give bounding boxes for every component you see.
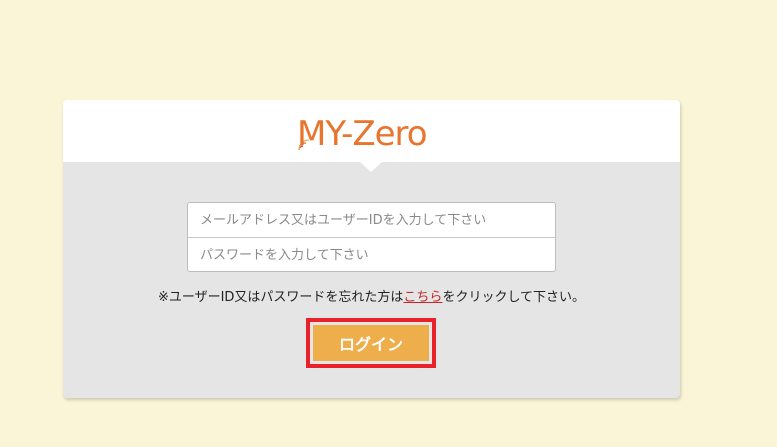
login-button-highlight: ログイン [306,318,436,368]
email-or-userid-input[interactable] [188,203,555,237]
forgot-password-notice: ※ユーザーID又はパスワードを忘れた方はこちらをクリックして下さい。 [63,286,680,305]
login-button[interactable]: ログイン [313,325,429,361]
notice-prefix: ※ユーザーID又はパスワードを忘れた方は [157,290,404,305]
logo-text: MY-Zero [297,114,427,152]
card-header: MY-Zero [63,100,680,172]
login-card: MY-Zero ※ユーザーID又はパスワードを忘れた方はこちらをクリックして下さ… [63,100,680,398]
my-zero-logo: MY-Zero [297,112,447,152]
login-fields [187,202,556,272]
notice-suffix: をクリックして下さい。 [442,290,586,305]
forgot-password-link[interactable]: こちら [403,290,442,305]
password-input[interactable] [188,238,555,272]
